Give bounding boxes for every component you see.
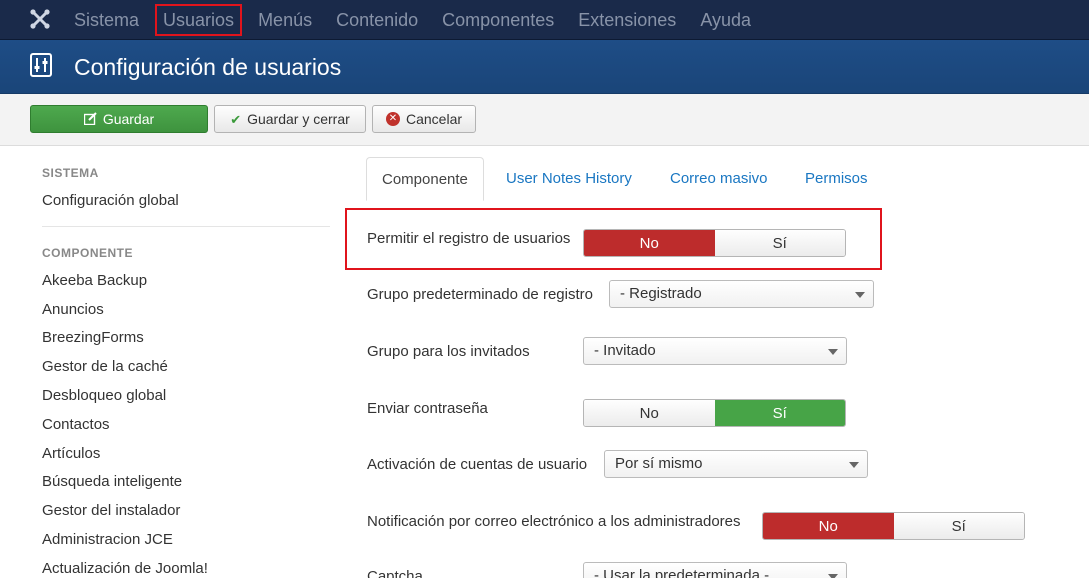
activation-label: Activación de cuentas de usuario (367, 456, 588, 473)
tab-correo-masivo[interactable]: Correo masivo (670, 157, 768, 201)
allow-registration-label: Permitir el registro de usuarios (367, 230, 571, 247)
sidebar-item-instalador[interactable]: Gestor del instalador (42, 502, 180, 519)
save-button[interactable]: Guardar (30, 105, 208, 133)
guest-group-value: - Invitado (594, 342, 656, 359)
admin-notify-no[interactable]: No (763, 513, 894, 539)
allow-registration-yes[interactable]: Sí (714, 230, 845, 256)
default-group-value: - Registrado (620, 285, 702, 302)
edit-icon (83, 111, 97, 127)
sidebar-divider (42, 226, 330, 227)
send-password-yes[interactable]: Sí (714, 400, 845, 426)
admin-notify-yes[interactable]: Sí (893, 513, 1024, 539)
send-password-toggle: No Sí (583, 399, 846, 427)
guest-group-label: Grupo para los invitados (367, 343, 530, 360)
sidebar-item-contactos[interactable]: Contactos (42, 416, 110, 433)
toolbar: Guardar ✔ Guardar y cerrar ✕ Cancelar (0, 94, 1089, 146)
chevron-down-icon (855, 292, 865, 298)
sidebar-heading-sistema: SISTEMA (42, 166, 99, 180)
allow-registration-no[interactable]: No (584, 230, 715, 256)
sidebar-item-articulos[interactable]: Artículos (42, 445, 100, 462)
sidebar-heading-componente: COMPONENTE (42, 246, 134, 260)
chevron-down-icon (828, 349, 838, 355)
menu-extensiones[interactable]: Extensiones (566, 0, 688, 40)
sidebar-item-cache[interactable]: Gestor de la caché (42, 358, 168, 375)
guest-group-select[interactable]: - Invitado (583, 337, 847, 365)
sidebar-item-jce[interactable]: Administracion JCE (42, 531, 173, 548)
menu-componentes[interactable]: Componentes (430, 0, 566, 40)
activation-select[interactable]: Por sí mismo (604, 450, 868, 478)
tab-user-notes-history[interactable]: User Notes History (506, 157, 632, 201)
cancel-button[interactable]: ✕ Cancelar (372, 105, 476, 133)
title-bar: Configuración de usuarios (0, 40, 1089, 94)
menu-menus[interactable]: Menús (246, 0, 324, 40)
menu-usuarios[interactable]: Usuarios (151, 0, 246, 40)
top-navbar: Sistema Usuarios Menús Contenido Compone… (0, 0, 1089, 40)
equalizer-icon (30, 53, 52, 77)
tab-bar: Componente User Notes History Correo mas… (366, 157, 1089, 201)
top-menu: Sistema Usuarios Menús Contenido Compone… (62, 0, 763, 40)
joomla-logo-svg (30, 9, 50, 29)
menu-sistema[interactable]: Sistema (62, 0, 151, 40)
sidebar-item-akeeba[interactable]: Akeeba Backup (42, 272, 147, 289)
sidebar-item-joomla-update[interactable]: Actualización de Joomla! (42, 560, 208, 577)
activation-value: Por sí mismo (615, 455, 703, 472)
save-close-label: Guardar y cerrar (247, 111, 350, 127)
captcha-select[interactable]: - Usar la predeterminada - (583, 562, 847, 578)
save-label: Guardar (102, 111, 155, 127)
allow-registration-toggle: No Sí (583, 229, 846, 257)
tab-permisos[interactable]: Permisos (805, 157, 868, 201)
sidebar-item-desbloqueo[interactable]: Desbloqueo global (42, 387, 166, 404)
menu-ayuda[interactable]: Ayuda (688, 0, 763, 40)
joomla-logo-icon[interactable] (28, 8, 52, 32)
tab-componente[interactable]: Componente (366, 157, 484, 201)
sidebar-item-busqueda[interactable]: Búsqueda inteligente (42, 473, 182, 490)
menu-contenido[interactable]: Contenido (324, 0, 430, 40)
sidebar-item-breezingforms[interactable]: BreezingForms (42, 329, 144, 346)
default-group-label: Grupo predeterminado de registro (367, 286, 593, 303)
captcha-value: - Usar la predeterminada - (594, 567, 770, 578)
admin-notify-toggle: No Sí (762, 512, 1025, 540)
send-password-no[interactable]: No (584, 400, 715, 426)
sidebar-item-anuncios[interactable]: Anuncios (42, 301, 104, 318)
captcha-label: Captcha (367, 568, 423, 578)
cancel-circle-icon: ✕ (385, 112, 400, 126)
admin-notify-label: Notificación por correo electrónico a lo… (367, 513, 741, 530)
default-group-select[interactable]: - Registrado (609, 280, 874, 308)
cancel-label: Cancelar (405, 111, 463, 127)
save-close-button[interactable]: ✔ Guardar y cerrar (214, 105, 366, 133)
sidebar-item-global-config[interactable]: Configuración global (42, 192, 179, 209)
page-title: Configuración de usuarios (74, 54, 342, 80)
chevron-down-icon (828, 574, 838, 578)
send-password-label: Enviar contraseña (367, 400, 488, 417)
check-icon: ✔ (230, 111, 242, 127)
chevron-down-icon (849, 462, 859, 468)
